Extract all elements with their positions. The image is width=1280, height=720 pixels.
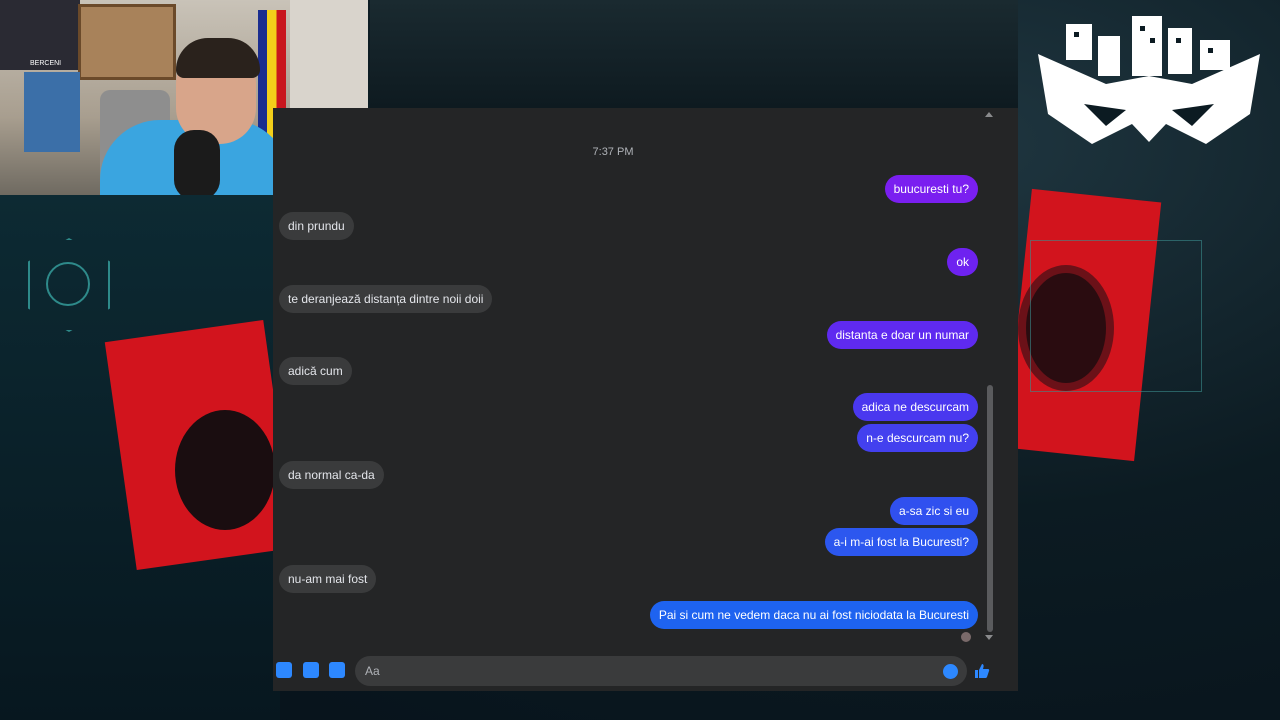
thumbs-up-icon[interactable] [973, 662, 991, 680]
red-graphic-circle [175, 410, 275, 530]
cork-board [78, 4, 176, 80]
seen-avatar [961, 632, 971, 642]
pie-chart-icon [46, 262, 90, 306]
message-bubble-outgoing[interactable]: buucuresti tu? [884, 175, 978, 203]
microphone [174, 130, 220, 195]
smiley-icon[interactable] [943, 664, 958, 679]
scroll-down-arrow-icon[interactable] [985, 635, 993, 640]
message-bubble-outgoing[interactable]: a-sa zic si eu [889, 497, 978, 525]
message-bubble-incoming[interactable]: adică cum [279, 357, 352, 385]
wall-poster-blue [24, 72, 80, 152]
message-timestamp: 7:37 PM [592, 146, 634, 158]
message-composer: Aa [273, 652, 1018, 691]
message-input-placeholder: Aa [365, 664, 380, 678]
mask-logo-icon [1038, 16, 1260, 144]
message-bubble-outgoing[interactable]: a-i m-ai fost la Bucuresti? [824, 528, 978, 556]
gif-icon[interactable] [329, 662, 345, 678]
sticker-icon[interactable] [303, 662, 319, 678]
more-actions-icon[interactable] [276, 662, 292, 678]
message-bubble-outgoing[interactable]: distanta e doar un numar [826, 321, 978, 349]
scrollbar-thumb[interactable] [987, 385, 993, 632]
scroll-up-arrow-icon[interactable] [985, 112, 993, 117]
message-bubble-outgoing[interactable]: ok [947, 248, 978, 276]
webcam-caption: BERCENI [30, 60, 62, 67]
message-bubble-incoming[interactable]: te deranjează distanța dintre noii doii [279, 285, 493, 313]
message-bubble-incoming[interactable]: din prundu [279, 212, 354, 240]
message-bubble-incoming[interactable]: nu-am mai fost [279, 565, 377, 593]
message-bubble-outgoing[interactable]: adica ne descurcam [852, 393, 978, 421]
message-list[interactable]: 7:37 PM buucuresti tu? din prundu ok te … [273, 108, 1018, 648]
message-input[interactable]: Aa [355, 656, 967, 686]
message-bubble-incoming[interactable]: da normal ca-da [279, 461, 384, 489]
streamer-hair [176, 38, 260, 78]
background-scene [370, 0, 1018, 108]
message-bubble-outgoing[interactable]: n-e descurcam nu? [857, 424, 978, 452]
message-bubble-outgoing[interactable]: Pai si cum ne vedem daca nu ai fost nici… [649, 601, 978, 629]
hud-frame-decoration [1030, 240, 1202, 392]
messenger-chat-window: 7:37 PM buucuresti tu? din prundu ok te … [273, 108, 1018, 691]
